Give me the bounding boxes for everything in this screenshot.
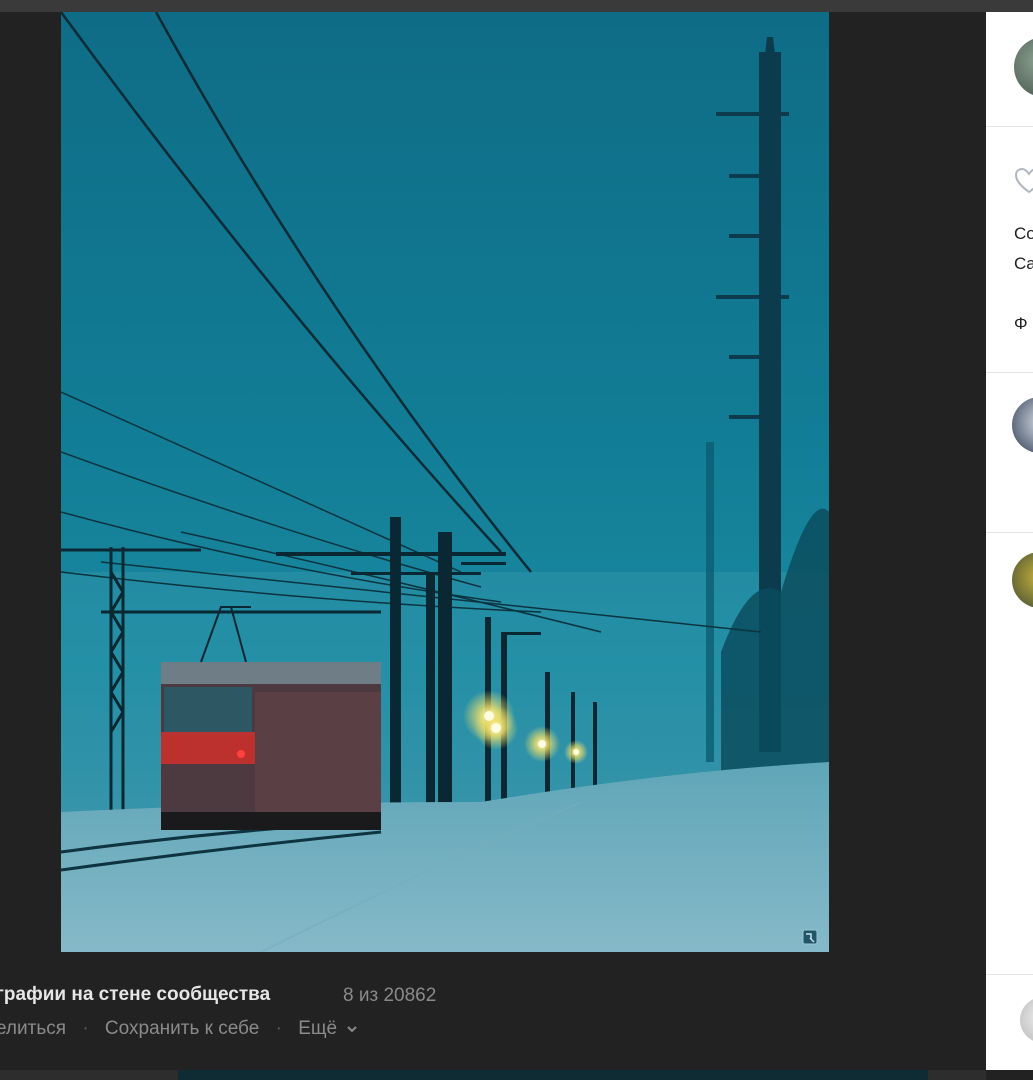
post-text-line-3: Φ <box>1014 314 1028 333</box>
divider <box>986 532 1033 533</box>
divider <box>986 126 1033 127</box>
post-text-line-2: Ca <box>1014 254 1033 273</box>
separator: · <box>82 1018 89 1039</box>
more-label: Ещё <box>298 1018 338 1039</box>
comment-avatar[interactable] <box>1012 397 1033 453</box>
bottom-strip <box>0 1070 986 1080</box>
divider <box>986 372 1033 373</box>
chevron-down-icon <box>347 1026 358 1033</box>
side-panel: Co Ca Φ <box>986 12 1033 1070</box>
next-photo-preview[interactable] <box>178 1070 928 1080</box>
photo-caption: графии на стене сообщества 8 из 20862 ел… <box>0 984 980 1064</box>
album-title[interactable]: графии на стене сообщества <box>0 984 270 1006</box>
photo-actions: елиться · Сохранить к себе · Ещё <box>0 1018 358 1040</box>
separator: · <box>275 1018 282 1039</box>
comment-avatar[interactable] <box>1012 552 1033 608</box>
photo-counter: 8 из 20862 <box>343 985 437 1006</box>
divider <box>986 974 1033 975</box>
user-avatar[interactable] <box>1020 997 1033 1043</box>
more-menu-button[interactable]: Ещё <box>298 1018 358 1040</box>
post-text-line-1: Co <box>1014 224 1033 243</box>
photo-badge-icon <box>802 929 818 945</box>
photo[interactable] <box>61 12 829 952</box>
window-top-strip <box>0 0 1033 12</box>
share-link[interactable]: елиться <box>0 1018 66 1040</box>
save-to-profile-link[interactable]: Сохранить к себе <box>105 1018 259 1040</box>
community-avatar[interactable] <box>1014 37 1033 97</box>
heart-icon[interactable] <box>1014 167 1033 195</box>
